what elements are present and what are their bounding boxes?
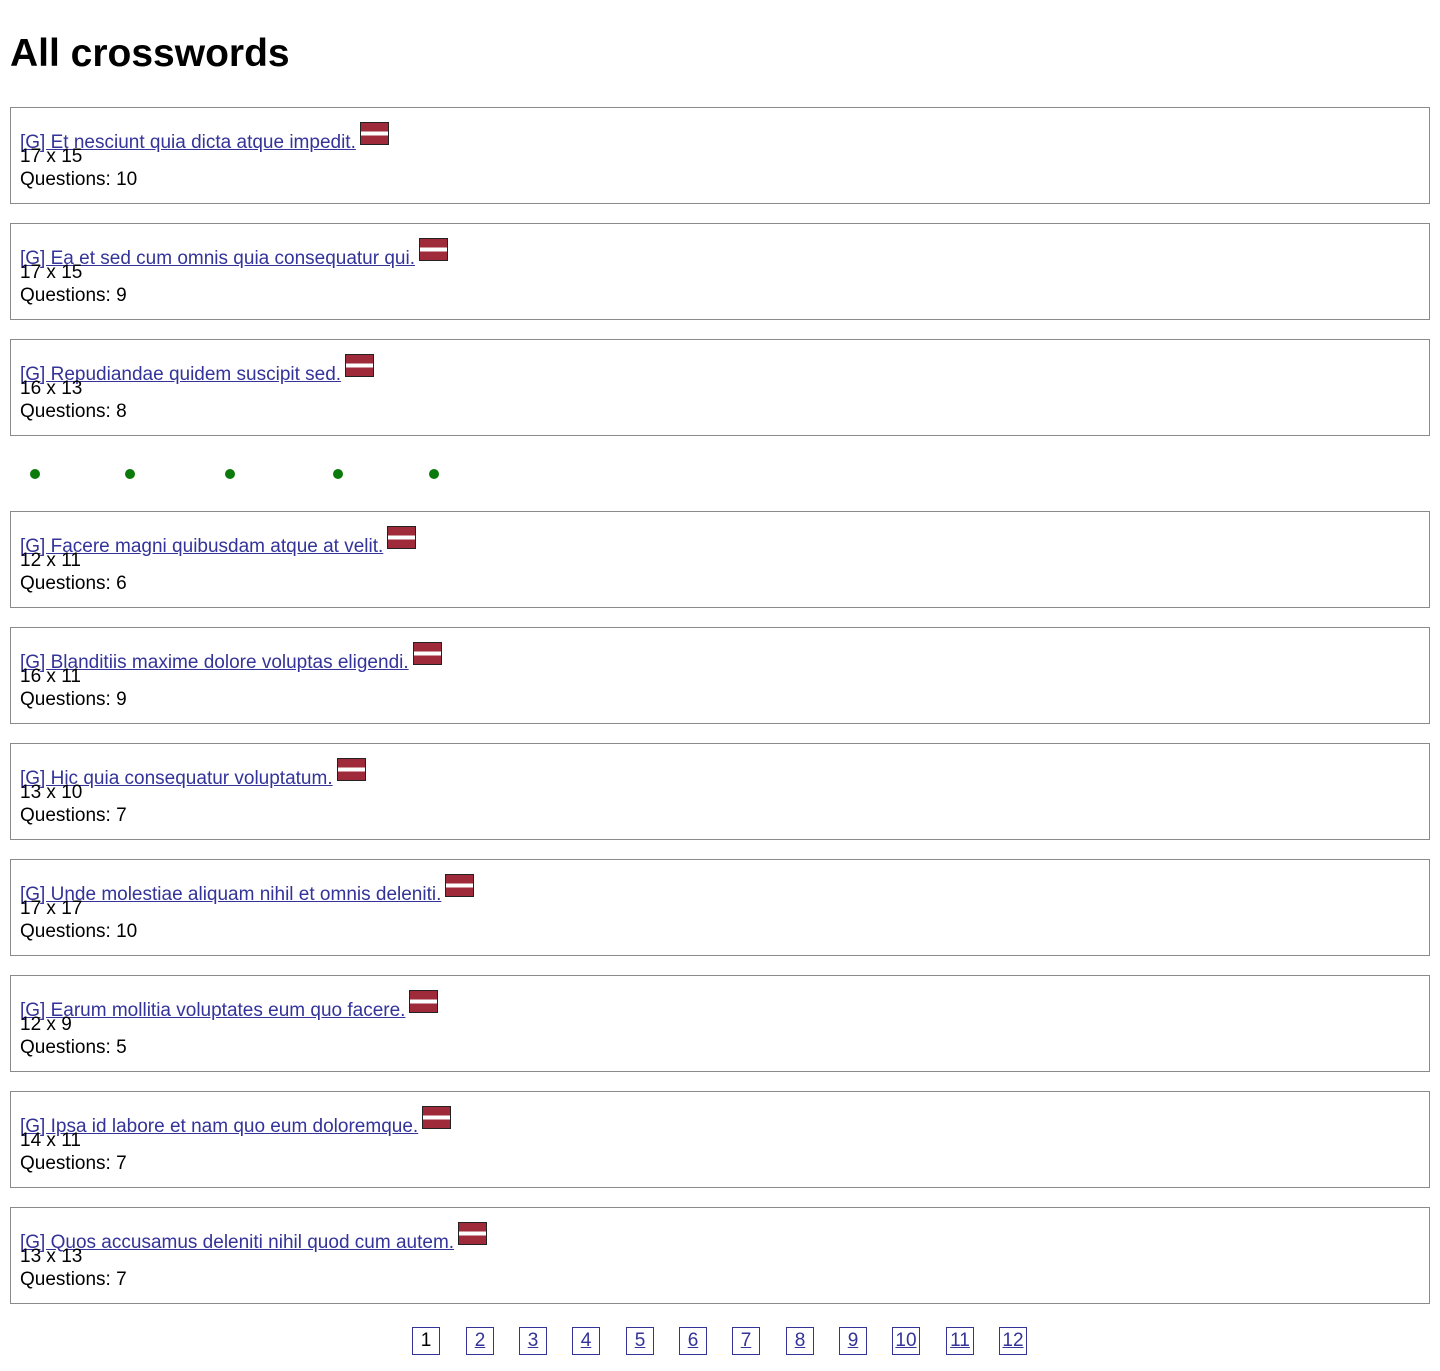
latvia-flag-icon — [419, 238, 448, 261]
crossword-size: 16 x 13 — [20, 378, 83, 399]
crossword-questions: Questions: 5 — [20, 1037, 127, 1058]
crossword-questions: Questions: 7 — [20, 1153, 127, 1174]
crossword-link[interactable]: [G] Unde molestiae aliquam nihil et omni… — [20, 884, 441, 905]
crossword-link[interactable]: [G] Earum mollitia voluptates eum quo fa… — [20, 1000, 405, 1021]
latvia-flag-icon — [458, 1222, 488, 1245]
pagination-page-current: 1 — [412, 1327, 440, 1355]
pagination-page-link[interactable]: 5 — [626, 1327, 654, 1355]
crossword-size: 17 x 15 — [20, 146, 83, 167]
crossword-size: 14 x 11 — [20, 1130, 81, 1151]
crossword-questions: Questions: 8 — [20, 401, 127, 422]
latvia-flag-icon — [359, 122, 389, 145]
crossword-card: [G] Hic quia consequatur voluptatum. 13 … — [10, 743, 1430, 840]
crossword-title-line: [G] Quos accusamus deleniti nihil quod c… — [20, 1222, 488, 1254]
separator-dot — [429, 469, 439, 479]
crossword-size: 12 x 11 — [20, 550, 81, 571]
crossword-title-line: [G] Blanditiis maxime dolore voluptas el… — [20, 642, 442, 674]
crossword-title-line: [G] Unde molestiae aliquam nihil et omni… — [20, 874, 475, 906]
crossword-card: [G] Ipsa id labore et nam quo eum dolore… — [10, 1091, 1430, 1188]
crossword-card: [G] Facere magni quibusdam atque at veli… — [10, 511, 1430, 608]
latvia-flag-icon — [412, 642, 442, 665]
crossword-card: [G] Et nesciunt quia dicta atque impedit… — [10, 107, 1430, 204]
pagination-page-link[interactable]: 12 — [999, 1327, 1027, 1355]
pagination-page-link[interactable]: 9 — [839, 1327, 867, 1355]
separator-dot — [125, 469, 135, 479]
crossword-questions: Questions: 7 — [20, 1269, 127, 1290]
pagination-page-link[interactable]: 6 — [679, 1327, 707, 1355]
crossword-questions: Questions: 6 — [20, 573, 127, 594]
crossword-card: [G] Quos accusamus deleniti nihil quod c… — [10, 1207, 1430, 1304]
crossword-title-line: [G] Ipsa id labore et nam quo eum dolore… — [20, 1106, 452, 1138]
latvia-flag-icon — [336, 758, 366, 781]
crossword-size: 16 x 11 — [20, 666, 81, 687]
pagination-page-link[interactable]: 7 — [732, 1327, 760, 1355]
pagination-page-link[interactable]: 3 — [519, 1327, 547, 1355]
latvia-flag-icon — [409, 990, 439, 1013]
pagination-page-link[interactable]: 4 — [572, 1327, 600, 1355]
crossword-size: 17 x 17 — [20, 898, 83, 919]
crossword-questions: Questions: 9 — [20, 689, 127, 710]
crossword-questions: Questions: 10 — [20, 921, 138, 942]
crossword-size: 13 x 13 — [20, 1246, 83, 1267]
crossword-questions: Questions: 7 — [20, 805, 127, 826]
separator-dot — [30, 469, 40, 479]
separator-dot — [333, 469, 343, 479]
crossword-card: [G] Blanditiis maxime dolore voluptas el… — [10, 627, 1430, 724]
crossword-card: [G] Repudiandae quidem suscipit sed. 16 … — [10, 339, 1430, 436]
pagination-page-link[interactable]: 11 — [946, 1327, 974, 1355]
latvia-flag-icon — [422, 1106, 452, 1129]
crossword-title-line: [G] Ea et sed cum omnis quia consequatur… — [20, 238, 448, 270]
crossword-card: [G] Earum mollitia voluptates eum quo fa… — [10, 975, 1430, 1072]
crossword-size: 12 x 9 — [20, 1014, 72, 1035]
latvia-flag-icon — [445, 874, 475, 897]
crossword-title-line: [G] Earum mollitia voluptates eum quo fa… — [20, 990, 439, 1022]
pagination-page-link[interactable]: 8 — [786, 1327, 814, 1355]
pagination-page-link[interactable]: 10 — [892, 1327, 920, 1355]
crossword-size: 17 x 15 — [20, 262, 83, 283]
crossword-questions: Questions: 9 — [20, 285, 127, 306]
crossword-card: [G] Ea et sed cum omnis quia consequatur… — [10, 223, 1430, 320]
latvia-flag-icon — [345, 354, 375, 377]
page-title: All crosswords — [10, 32, 290, 75]
latvia-flag-icon — [387, 526, 417, 549]
crossword-questions: Questions: 10 — [20, 169, 138, 190]
separator-dot — [225, 469, 235, 479]
crossword-card: [G] Unde molestiae aliquam nihil et omni… — [10, 859, 1430, 956]
pagination-page-link[interactable]: 2 — [466, 1327, 494, 1355]
crossword-link[interactable]: [G] Quos accusamus deleniti nihil quod c… — [20, 1232, 454, 1253]
crossword-size: 13 x 10 — [20, 782, 83, 803]
